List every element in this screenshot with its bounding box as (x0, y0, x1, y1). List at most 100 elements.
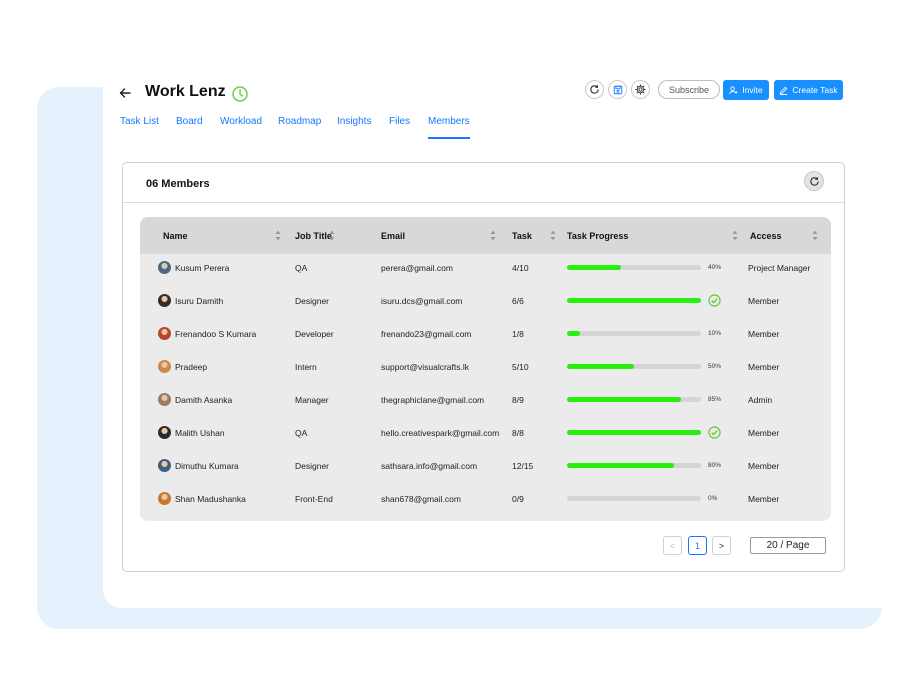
sort-icon[interactable] (490, 230, 496, 241)
invite-label: Invite (742, 85, 763, 95)
tab-members[interactable]: Members (428, 116, 470, 139)
member-task-count: 8/8 (512, 428, 524, 438)
page-number-button[interactable]: 1 (688, 536, 707, 555)
member-email[interactable]: isuru.dcs@gmail.com (381, 296, 462, 306)
member-job-title: Developer (295, 329, 334, 339)
save-button[interactable] (608, 80, 627, 99)
member-job-title: Designer (295, 296, 330, 306)
panel-divider (123, 202, 844, 203)
members-count-title: 06 Members (146, 178, 210, 190)
member-task-count: 6/6 (512, 296, 524, 306)
member-task-count: 12/15 (512, 461, 534, 471)
member-name: Isuru Damith (175, 296, 224, 306)
sort-icon[interactable] (550, 230, 556, 241)
member-job-title: QA (295, 428, 308, 438)
settings-button[interactable] (631, 80, 650, 99)
table-row[interactable]: Pradeep Intern support@visualcrafts.lk 5/10… (140, 353, 831, 386)
page-size-select[interactable]: 20 / Page (750, 537, 826, 554)
check-circle-icon (708, 294, 721, 307)
member-job-title: Manager (295, 395, 329, 405)
task-progress-bar (567, 430, 701, 435)
clock-icon (232, 86, 248, 102)
add-user-icon (729, 85, 738, 94)
task-progress-fill (567, 298, 701, 303)
avatar (158, 360, 171, 373)
avatar (158, 492, 171, 505)
table-row[interactable]: Shan Madushanka Front-End shan678@gmail.co… (140, 485, 831, 518)
refresh-icon (809, 176, 819, 186)
table-row[interactable]: Damith Asanka Manager thegraphiclane@gmail… (140, 386, 831, 419)
member-task-count: 8/9 (512, 395, 524, 405)
table-row[interactable]: Isuru Damith Designer isuru.dcs@gmail.com 6… (140, 287, 831, 320)
column-header-job-title[interactable]: Job Title (295, 231, 332, 241)
table-row[interactable]: Malith Ushan QA hello.creativespark@gmail.… (140, 419, 831, 452)
task-progress-percent: 50% (708, 363, 722, 370)
avatar (158, 459, 171, 472)
member-email[interactable]: sathsara.info@gmail.com (381, 461, 477, 471)
task-progress-fill (567, 331, 581, 336)
check-circle-icon (708, 426, 721, 439)
create-task-button[interactable]: Create Task (774, 80, 843, 100)
tab-board[interactable]: Board (176, 116, 203, 127)
members-panel: 06 Members Name Job Title Email Task Tas… (122, 162, 845, 572)
column-header-task-progress[interactable]: Task Progress (567, 231, 628, 241)
member-access: Member (748, 461, 780, 471)
member-name: Dimuthu Kumara (175, 461, 239, 471)
member-access: Project Manager (748, 263, 811, 273)
tab-roadmap[interactable]: Roadmap (278, 116, 321, 127)
task-progress-bar (567, 265, 701, 270)
member-name: Kusum Perera (175, 263, 230, 273)
members-table: Name Job Title Email Task Task Progress … (140, 217, 831, 521)
avatar (158, 294, 171, 307)
table-header: Name Job Title Email Task Task Progress … (140, 217, 831, 254)
task-progress-fill (567, 364, 634, 369)
sort-icon[interactable] (275, 230, 281, 241)
member-name: Shan Madushanka (175, 494, 246, 504)
table-row[interactable]: Frenandoo S Kumara Developer frenando23@gm… (140, 320, 831, 353)
member-email[interactable]: thegraphiclane@gmail.com (381, 395, 484, 405)
member-email[interactable]: support@visualcrafts.lk (381, 362, 469, 372)
column-header-email[interactable]: Email (381, 231, 405, 241)
member-task-count: 5/10 (512, 362, 529, 372)
sort-icon[interactable] (329, 230, 335, 241)
member-email[interactable]: hello.creativespark@gmail.com (381, 428, 499, 438)
tab-workload[interactable]: Workload (220, 116, 262, 127)
member-access: Member (748, 362, 780, 372)
sort-icon[interactable] (732, 230, 738, 241)
tab-insights[interactable]: Insights (337, 116, 371, 127)
member-job-title: Intern (295, 362, 317, 372)
refresh-icon (590, 85, 599, 94)
column-header-access[interactable]: Access (750, 231, 782, 241)
back-arrow-icon[interactable] (118, 86, 132, 100)
task-progress-percent: 80% (708, 462, 722, 469)
task-progress-bar (567, 331, 701, 336)
tab-files[interactable]: Files (389, 116, 410, 127)
member-task-count: 0/9 (512, 494, 524, 504)
next-page-button[interactable]: > (712, 536, 731, 555)
members-refresh-button[interactable] (804, 171, 824, 191)
table-row[interactable]: Kusum Perera QA perera@gmail.com 4/10 Projec… (140, 254, 831, 287)
subscribe-button[interactable]: Subscribe (658, 80, 720, 99)
invite-button[interactable]: Invite (723, 80, 769, 100)
member-email[interactable]: frenando23@gmail.com (381, 329, 471, 339)
task-progress-bar (567, 397, 701, 402)
table-row[interactable]: Dimuthu Kumara Designer sathsara.info@gmai… (140, 452, 831, 485)
tab-task-list[interactable]: Task List (120, 116, 159, 127)
task-progress-percent: 0% (708, 495, 718, 502)
member-email[interactable]: shan678@gmail.com (381, 494, 461, 504)
column-header-name[interactable]: Name (163, 231, 188, 241)
refresh-button[interactable] (585, 80, 604, 99)
member-name: Frenandoo S Kumara (175, 329, 257, 339)
task-progress-fill (567, 463, 675, 468)
task-progress-fill (567, 430, 701, 435)
prev-page-button[interactable]: < (663, 536, 682, 555)
member-access: Member (748, 329, 780, 339)
save-icon (613, 85, 622, 94)
member-name: Malith Ushan (175, 428, 225, 438)
column-header-task[interactable]: Task (512, 231, 532, 241)
task-progress-percent: 10% (708, 330, 722, 337)
member-email[interactable]: perera@gmail.com (381, 263, 453, 273)
sort-icon[interactable] (812, 230, 818, 241)
avatar (158, 261, 171, 274)
task-progress-fill (567, 265, 621, 270)
